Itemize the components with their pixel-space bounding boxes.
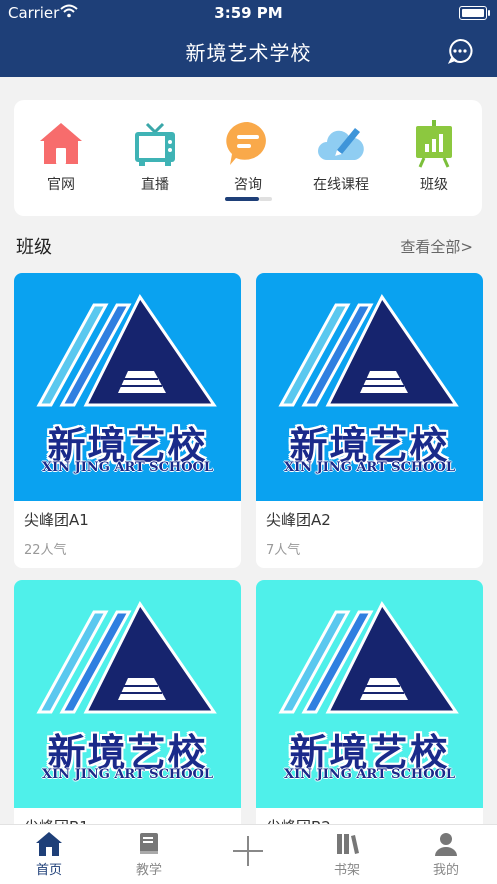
quick-link-class[interactable]: 班级 [389, 120, 479, 194]
chat-bubble-icon [226, 121, 266, 165]
status-time: 3:59 PM [214, 4, 283, 22]
class-popularity: 7人气 [266, 543, 301, 558]
logo-english-text: XIN JING ART SCHOOL [284, 767, 455, 782]
quick-link-label: 在线课程 [313, 177, 369, 193]
tab-teaching[interactable]: 教学 [109, 831, 189, 878]
bookshelf-icon [337, 834, 359, 854]
school-logo-mark [278, 294, 459, 407]
class-card[interactable]: 新境艺校 XIN JING ART SCHOOL 尖峰团A2 7人气 [256, 273, 483, 568]
battery-icon [459, 6, 490, 20]
class-cover-image: 新境艺校 XIN JING ART SCHOOL [14, 273, 241, 501]
board-chart-icon [416, 120, 452, 168]
quick-link-consult[interactable]: 咨询 [203, 120, 293, 194]
bottom-tab-bar: 首页 教学 书架 我的 [0, 824, 497, 884]
class-cover-image: 新境艺校 XIN JING ART SCHOOL [14, 580, 241, 808]
school-logo-mark [36, 601, 217, 714]
class-popularity: 22人气 [24, 543, 67, 558]
school-logo-mark [278, 601, 459, 714]
quick-link-label: 咨询 [234, 177, 262, 193]
class-card[interactable]: 新境艺校XIN JING ART SCHOOL 尖峰团B2 [256, 580, 483, 840]
page-title: 新境艺术学校 [185, 41, 312, 65]
view-all-link[interactable]: 查看全部> [400, 236, 473, 257]
plus-icon [233, 836, 263, 866]
quick-link-label: 直播 [141, 177, 169, 193]
logo-english-text: XIN JING ART SCHOOL [42, 460, 213, 475]
tv-icon [135, 122, 175, 166]
quick-link-label: 官网 [47, 177, 75, 193]
tab-bookshelf[interactable]: 书架 [307, 831, 387, 878]
tab-home[interactable]: 首页 [9, 831, 89, 878]
class-card[interactable]: 新境艺校 XIN JING ART SCHOOL 尖峰团A1 22人气 [14, 273, 241, 568]
quick-link-online-course[interactable]: 在线课程 [296, 120, 386, 194]
home-icon [36, 832, 62, 856]
logo-english-text: XIN JING ART SCHOOL [42, 767, 213, 782]
chat-icon[interactable] [447, 38, 473, 64]
tab-label: 教学 [135, 863, 162, 878]
logo-english-text: XIN JING ART SCHOOL [284, 460, 455, 475]
class-card[interactable]: 新境艺校XIN JING ART SCHOOL 尖峰团B1 [14, 580, 241, 840]
quick-link-official-site[interactable]: 官网 [16, 120, 106, 194]
tab-label: 书架 [333, 863, 360, 878]
class-cover-image: 新境艺校 XIN JING ART SCHOOL [256, 580, 483, 808]
tab-mine[interactable]: 我的 [406, 831, 486, 878]
cloud-pen-icon [318, 128, 364, 160]
section-title: 班级 [16, 237, 52, 258]
tab-add[interactable] [208, 831, 288, 871]
class-name: 尖峰团A1 [24, 511, 89, 529]
tab-label: 我的 [432, 863, 459, 878]
class-cover-image: 新境艺校 XIN JING ART SCHOOL [256, 273, 483, 501]
book-icon [140, 833, 158, 854]
quick-link-label: 班级 [420, 177, 448, 193]
school-logo-mark [36, 294, 217, 407]
class-name: 尖峰团A2 [266, 511, 331, 529]
home-icon [40, 123, 82, 164]
app-header: Carrier 3:59 PM 新境艺术学校 [0, 0, 497, 77]
status-bar: Carrier 3:59 PM [0, 0, 497, 26]
tab-label: 首页 [35, 863, 62, 878]
quick-link-live[interactable]: 直播 [110, 120, 200, 194]
person-icon [435, 833, 457, 856]
